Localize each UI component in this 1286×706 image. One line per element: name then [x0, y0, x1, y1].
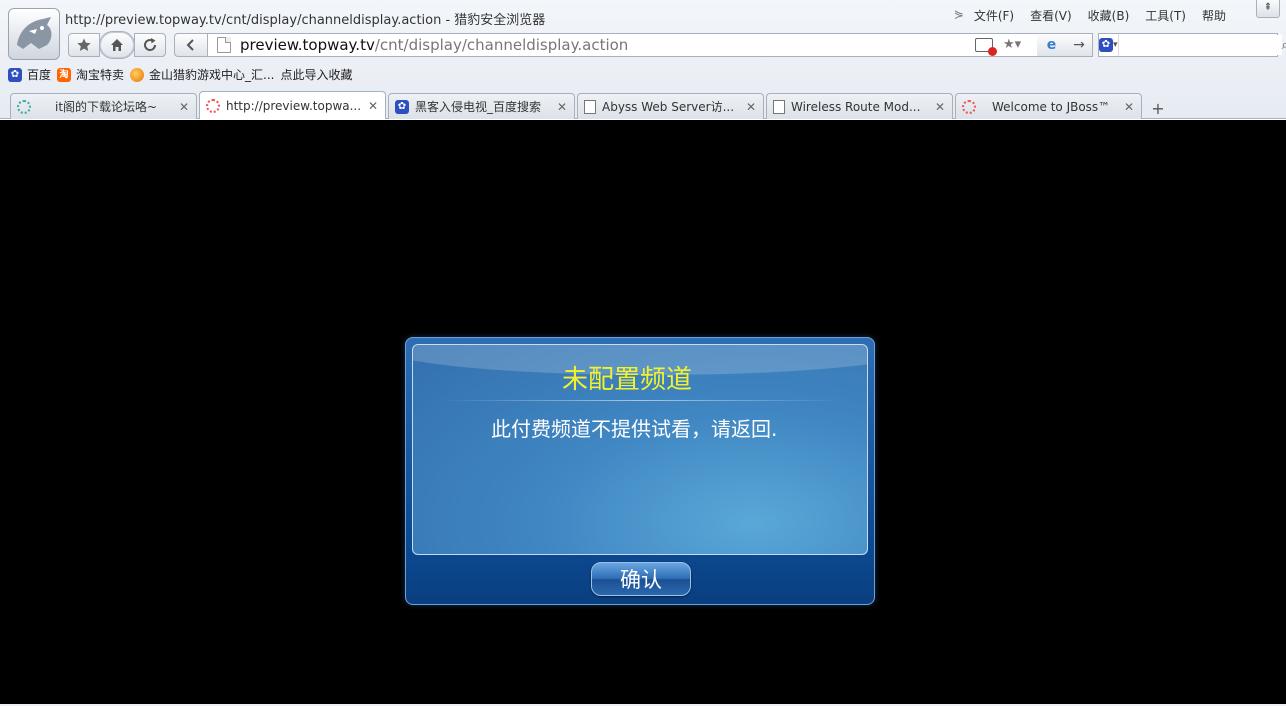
- ad-block-icon[interactable]: [975, 37, 997, 56]
- menu-file[interactable]: 文件(F): [972, 7, 1016, 24]
- search-icon[interactable]: ⌕: [1282, 38, 1286, 53]
- tab-strip: it阁的下载论坛咯~ ✕ http://preview.topwa... ✕ ✿…: [10, 91, 1168, 119]
- tab-label: http://preview.topwa...: [226, 98, 361, 113]
- address-url[interactable]: preview.topway.tv/cnt/display/channeldis…: [240, 36, 628, 54]
- star-icon: [77, 38, 91, 51]
- bookmark-label: 淘宝特卖: [76, 68, 125, 82]
- menu-view[interactable]: 查看(V): [1028, 7, 1074, 24]
- menu-help[interactable]: 帮助: [1200, 7, 1228, 24]
- search-engine-selector[interactable]: ✿ ▾: [1099, 34, 1119, 56]
- tab-itge-forum[interactable]: it阁的下载论坛咯~ ✕: [10, 93, 197, 119]
- close-icon[interactable]: ✕: [1123, 100, 1135, 114]
- dialog-divider: [439, 400, 843, 401]
- tab-baidu-search[interactable]: ✿ 黑客入侵电视_百度搜索 ✕: [388, 93, 575, 119]
- menu-bar: ⋟ 文件(F) 查看(V) 收藏(B) 工具(T) 帮助: [952, 7, 1228, 24]
- close-icon[interactable]: ✕: [934, 100, 946, 114]
- dialog-title: 未配置频道: [561, 365, 692, 395]
- new-tab-button[interactable]: +: [1148, 97, 1168, 119]
- window-up-icon[interactable]: ⇞: [1256, 0, 1280, 18]
- page-icon: [584, 99, 596, 114]
- bookmark-baidu[interactable]: ✿ 百度: [8, 66, 51, 83]
- bookmarks-bar: ✿ 百度 淘 淘宝特卖 金山猎豹游戏中心_汇... 点此导入收藏: [8, 66, 353, 83]
- baidu-paw-icon: ✿: [1099, 38, 1113, 52]
- go-button[interactable]: →: [1066, 33, 1093, 57]
- close-icon[interactable]: ✕: [367, 99, 379, 113]
- taobao-icon: 淘: [57, 67, 72, 82]
- window-title: http://preview.topway.tv/cnt/display/cha…: [65, 13, 546, 28]
- baidu-paw-icon: ✿: [8, 67, 22, 82]
- close-icon[interactable]: ✕: [556, 100, 568, 114]
- ie-icon: e: [1046, 37, 1057, 53]
- tab-abyss-web-server[interactable]: Abyss Web Server访... ✕: [577, 93, 764, 119]
- ie-mode-button[interactable]: e: [1037, 33, 1067, 57]
- confirm-button[interactable]: 确认: [591, 562, 691, 596]
- page-content: 未配置频道 此付费频道不提供试看，请返回. 确认: [0, 120, 1286, 704]
- chevron-down-icon: ▾: [1113, 40, 1118, 50]
- home-icon: [111, 39, 123, 51]
- bookmark-label: 金山猎豹游戏中心_汇...: [149, 68, 275, 82]
- bookmark-label: 点此导入收藏: [280, 68, 353, 82]
- bookmark-import[interactable]: 点此导入收藏: [280, 66, 352, 83]
- home-button[interactable]: [99, 31, 135, 59]
- close-icon[interactable]: ✕: [178, 100, 190, 114]
- url-host: preview.topway.tv: [240, 36, 375, 54]
- favorite-star-button[interactable]: [68, 33, 100, 57]
- dialog-message: 此付费频道不提供试看，请返回.: [491, 417, 778, 441]
- tab-topway-preview[interactable]: http://preview.topwa... ✕: [199, 91, 386, 119]
- chevron-left-icon: [186, 39, 194, 51]
- address-bar[interactable]: preview.topway.tv/cnt/display/channeldis…: [207, 33, 1092, 57]
- page-icon: [217, 37, 231, 53]
- channel-dialog: 未配置频道 此付费频道不提供试看，请返回. 确认: [405, 337, 875, 605]
- tab-label: Wireless Route Mod...: [791, 99, 921, 114]
- bookmark-taobao[interactable]: 淘 淘宝特卖: [57, 66, 124, 83]
- baidu-paw-icon: ✿: [395, 99, 409, 114]
- refresh-button[interactable]: [134, 33, 166, 57]
- dialog-panel: 未配置频道 此付费频道不提供试看，请返回.: [412, 344, 868, 555]
- collapse-menu-icon[interactable]: ⋟: [952, 7, 966, 24]
- loading-icon: [206, 98, 220, 113]
- game-center-icon: [130, 67, 145, 82]
- search-box: ✿ ▾ ⌕: [1098, 33, 1286, 57]
- tab-label: it阁的下载论坛咯~: [55, 100, 158, 114]
- tab-jboss[interactable]: Welcome to JBoss™ ✕: [955, 93, 1142, 119]
- tab-label: Welcome to JBoss™: [992, 99, 1111, 114]
- menu-tools[interactable]: 工具(T): [1143, 7, 1188, 24]
- url-path: /cnt/display/channeldisplay.action: [374, 36, 629, 54]
- browser-chrome: http://preview.topway.tv/cnt/display/cha…: [0, 0, 1286, 119]
- search-input[interactable]: [1118, 35, 1282, 55]
- page-icon: [773, 99, 785, 114]
- back-button[interactable]: [174, 33, 208, 57]
- loading-icon: [17, 99, 31, 114]
- loading-icon: [962, 99, 976, 114]
- cheetah-logo-icon[interactable]: [8, 8, 60, 60]
- close-icon[interactable]: ✕: [745, 100, 757, 114]
- arrow-right-icon: →: [1073, 37, 1085, 53]
- menu-favorites[interactable]: 收藏(B): [1086, 7, 1132, 24]
- bookmark-label: 百度: [27, 68, 52, 82]
- bookmark-game-center[interactable]: 金山猎豹游戏中心_汇...: [130, 66, 274, 83]
- tab-label: Abyss Web Server访...: [602, 100, 735, 114]
- tab-wireless-route[interactable]: Wireless Route Mod... ✕: [766, 93, 953, 119]
- tab-label: 黑客入侵电视_百度搜索: [415, 100, 542, 114]
- address-bar-actions: ★▾: [975, 37, 1021, 56]
- refresh-icon: [144, 38, 157, 51]
- star-dropdown-icon[interactable]: ★▾: [1003, 37, 1021, 52]
